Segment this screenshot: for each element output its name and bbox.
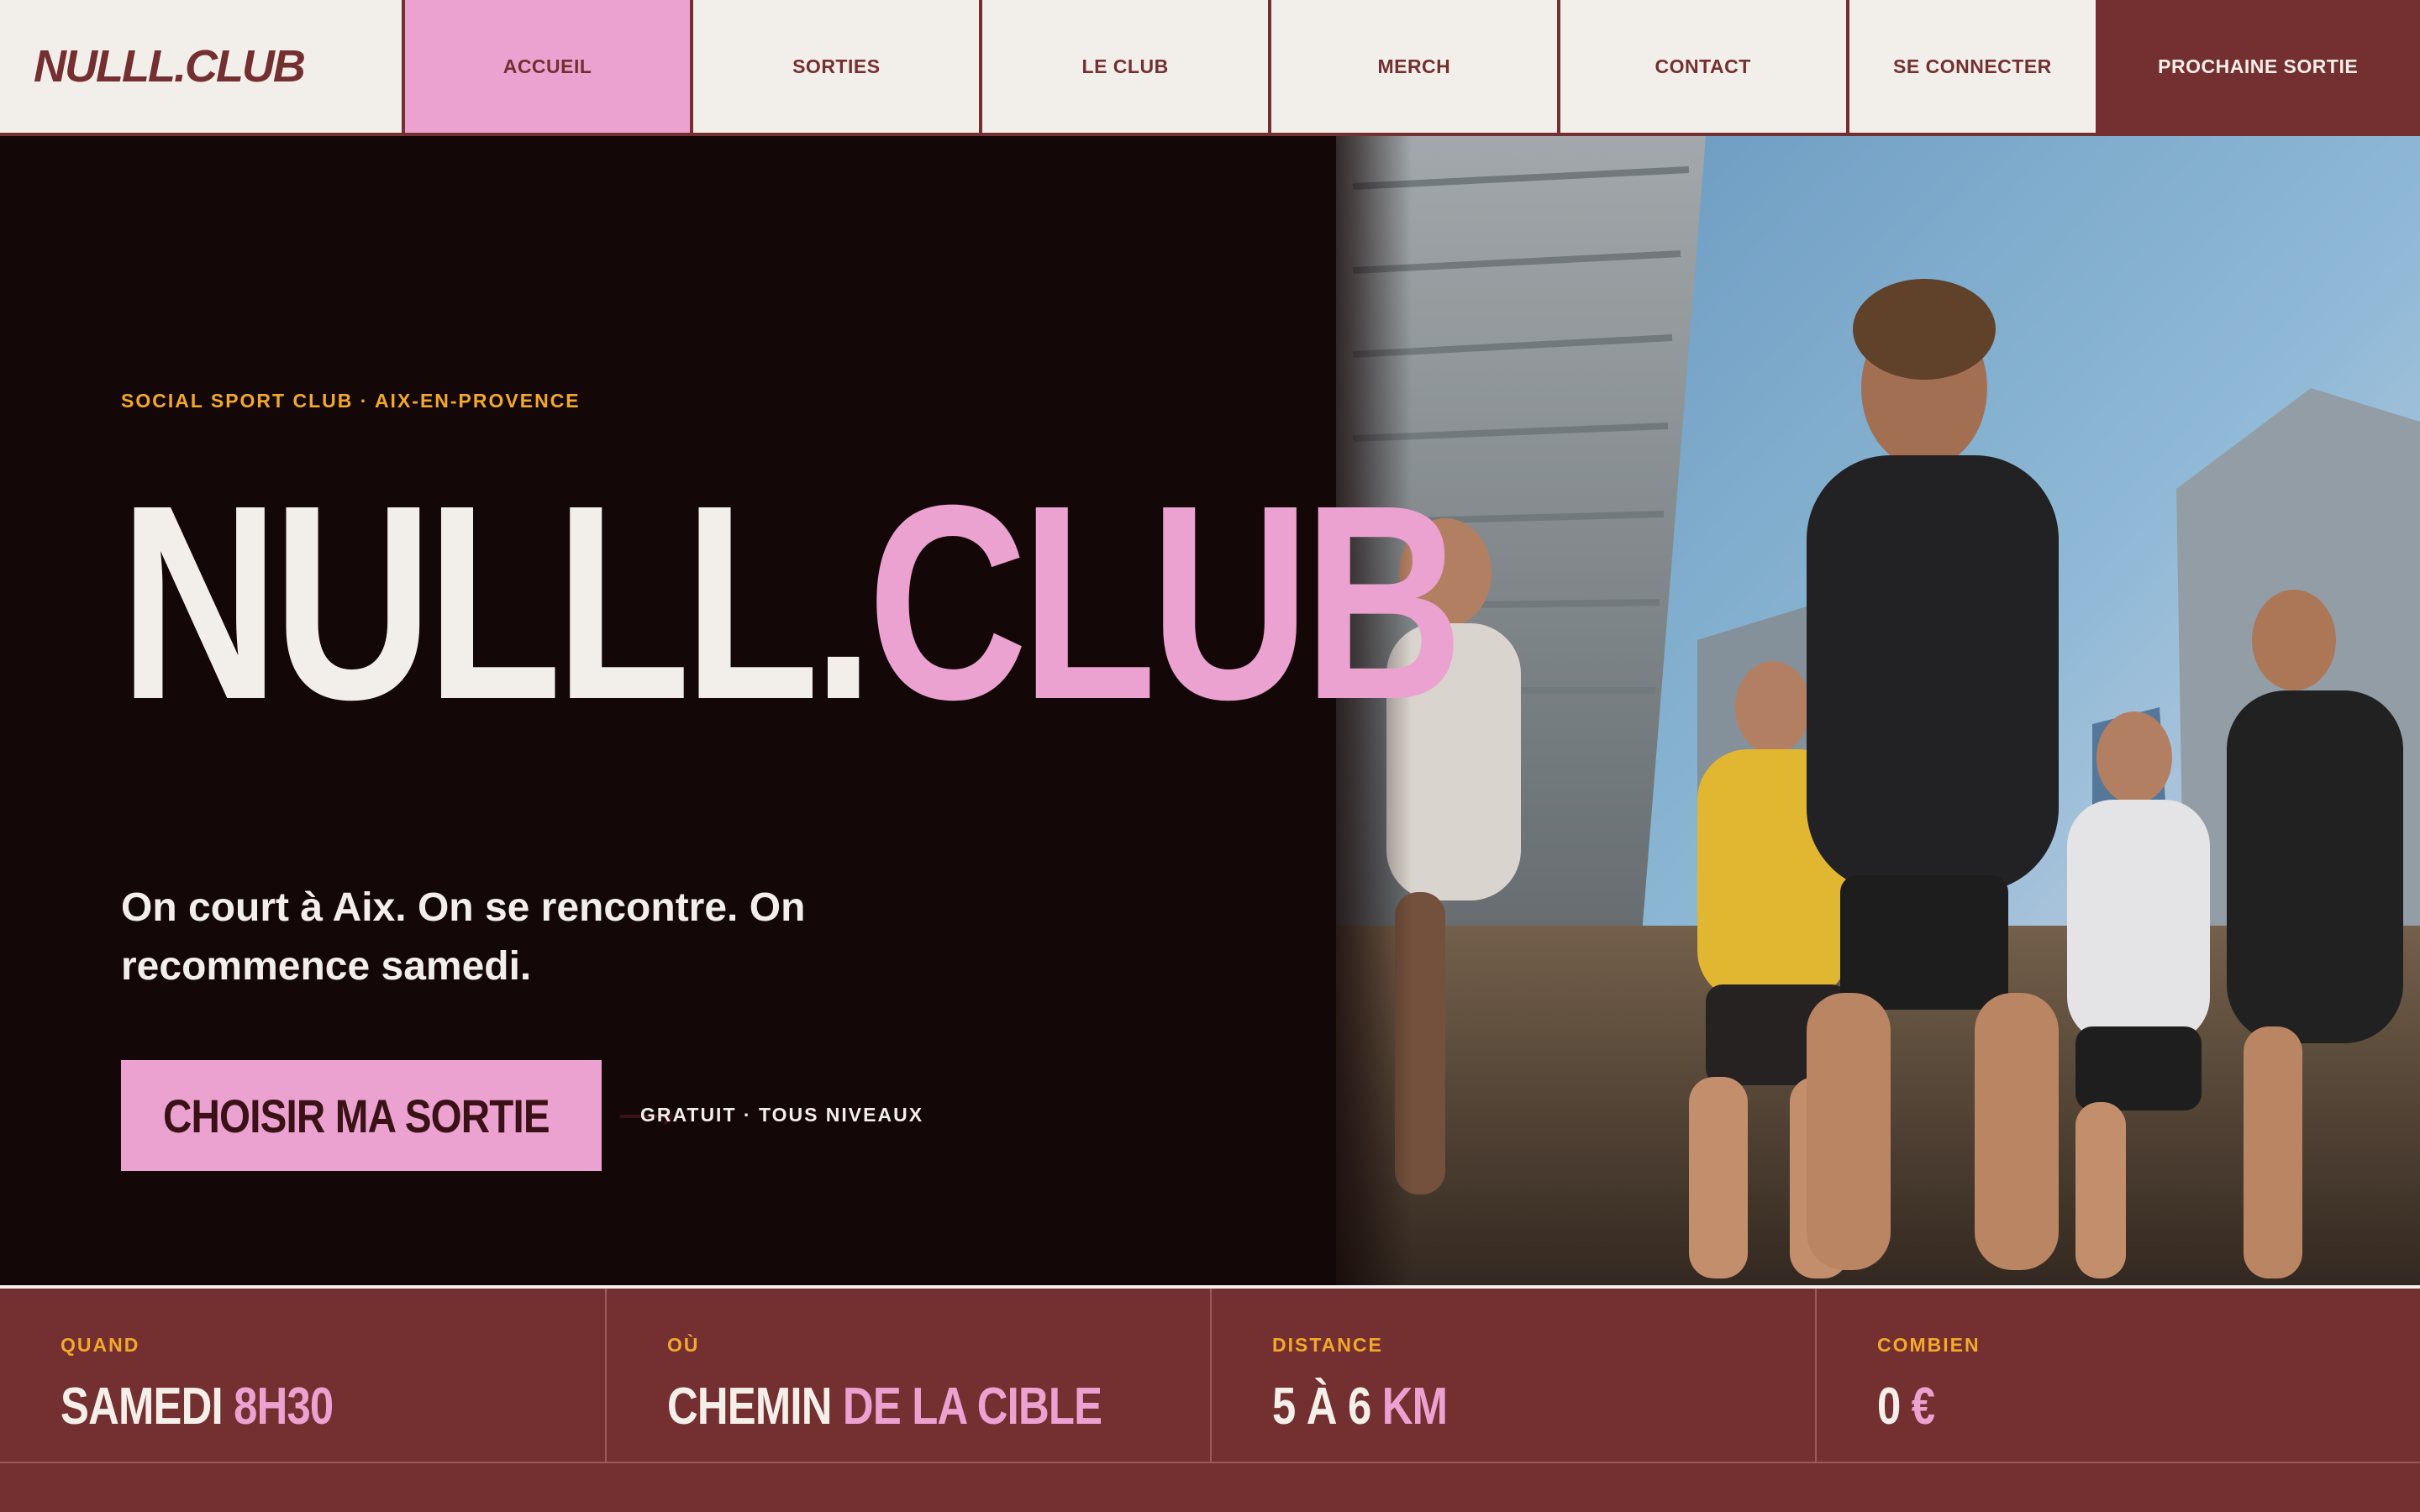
nav-item-le-club[interactable]: LE CLUB — [979, 0, 1268, 133]
info-value: CHEMIN DE LA CIBLE — [667, 1378, 1102, 1436]
info-value: 5 À 6 KM — [1272, 1378, 1448, 1436]
info-label: DISTANCE — [1272, 1334, 1383, 1356]
top-navigation: NULLL.CLUB ACCUEIL SORTIES LE CLUB MERCH… — [0, 0, 2420, 136]
info-label: QUAND — [60, 1334, 140, 1356]
hero-section: SOCIAL SPORT CLUB · AIX-EN-PROVENCE NULL… — [0, 136, 2420, 1285]
info-ou: OÙ CHEMIN DE LA CIBLE — [605, 1289, 1210, 1462]
info-combien: COMBIEN 0 € — [1815, 1289, 2420, 1462]
prochaine-sortie-button[interactable]: PROCHAINE SORTIE — [2096, 0, 2420, 133]
nav-item-accueil[interactable]: ACCUEIL — [401, 0, 691, 133]
nav-item-merch[interactable]: MERCH — [1267, 0, 1557, 133]
nav-item-contact[interactable]: CONTACT — [1556, 0, 1846, 133]
site-logo[interactable]: NULLL.CLUB — [0, 0, 402, 133]
hero-subtitle: On court à Aix. On se rencontre. On reco… — [121, 885, 806, 989]
info-distance: DISTANCE 5 À 6 KM — [1210, 1289, 1815, 1462]
cta-label: CHOISIR MA SORTIE — [163, 1089, 550, 1142]
cta-note: GRATUIT · TOUS NIVEAUX — [640, 1104, 924, 1126]
sortie-info-bar: QUAND SAMEDI 8H30 OÙ CHEMIN DE LA CIBLE … — [0, 1285, 2420, 1462]
hero-title-part1: NULLL. — [119, 447, 874, 757]
choisir-ma-sortie-button[interactable]: CHOISIR MA SORTIE ⟶ — [121, 1060, 676, 1171]
hero-title: NULLL.CLUB — [119, 464, 1464, 741]
page: NULLL.CLUB ACCUEIL SORTIES LE CLUB MERCH… — [0, 0, 2420, 1512]
info-value: SAMEDI 8H30 — [60, 1378, 334, 1436]
hero-title-part2: CLUB — [867, 447, 1463, 757]
info-label: COMBIEN — [1877, 1334, 1981, 1356]
hero-eyebrow: SOCIAL SPORT CLUB · AIX-EN-PROVENCE — [121, 390, 581, 412]
nav-item-se-connecter[interactable]: SE CONNECTER — [1845, 0, 2096, 133]
nav-item-sorties[interactable]: SORTIES — [690, 0, 979, 133]
hero-photo — [1336, 136, 2420, 1285]
info-quand: QUAND SAMEDI 8H30 — [0, 1289, 605, 1462]
info-value: 0 € — [1877, 1378, 1935, 1436]
info-label: OÙ — [667, 1334, 700, 1356]
next-section-edge — [0, 1462, 2420, 1512]
